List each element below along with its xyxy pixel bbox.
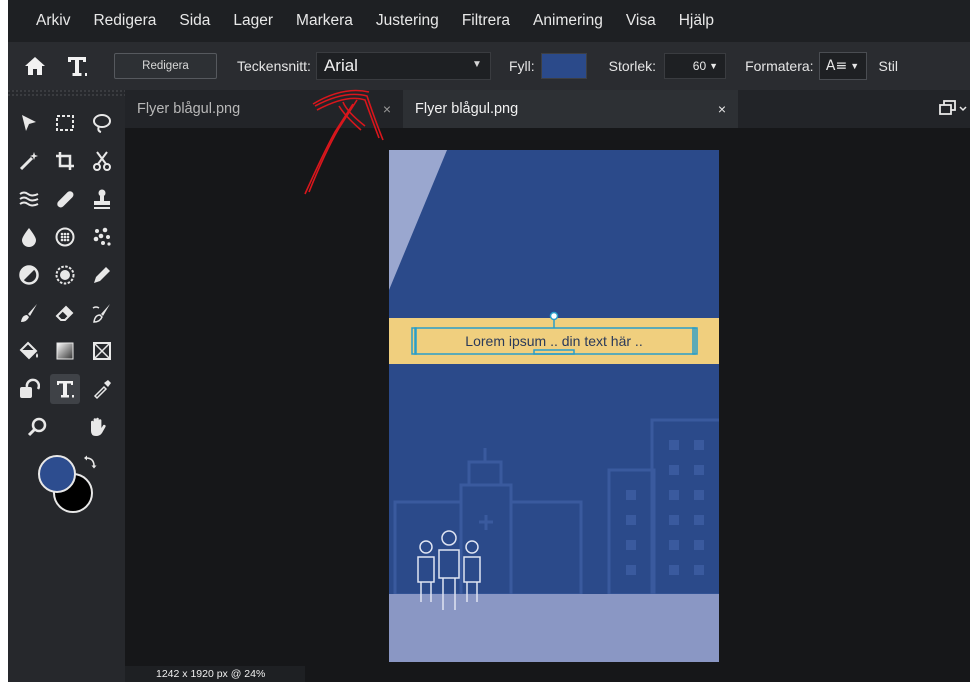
text-layer-content[interactable]: Lorem ipsum .. din text här .. (465, 333, 642, 349)
crop-tool-icon[interactable] (50, 146, 80, 176)
size-select[interactable]: 60 ▼ (664, 53, 727, 79)
magic-wand-tool-icon[interactable] (14, 146, 44, 176)
dodge-tool-icon[interactable] (14, 260, 44, 290)
size-label: Storlek: (608, 58, 657, 74)
panel-grip (8, 90, 125, 98)
menu-lager[interactable]: Lager (233, 12, 273, 30)
blur-tool-icon[interactable] (14, 222, 44, 252)
color-replace-tool-icon[interactable] (87, 260, 117, 290)
noise-tool-icon[interactable] (87, 222, 117, 252)
healing-tool-icon[interactable] (50, 184, 80, 214)
menu-justering[interactable]: Justering (376, 12, 439, 30)
font-select[interactable]: Arial ▼ (315, 52, 491, 80)
smudge-tool-icon[interactable] (87, 298, 117, 328)
canvas-workspace[interactable]: Lorem ipsum .. din text här .. (125, 128, 970, 682)
style-label: Stil (878, 58, 898, 74)
close-icon[interactable]: × (718, 101, 726, 117)
size-value: 60 (692, 59, 707, 73)
format-dropdown[interactable]: A≡ ▼ (818, 52, 867, 80)
menu-hjalp[interactable]: Hjälp (679, 12, 714, 30)
chevron-down-icon: ▼ (850, 61, 860, 71)
burn-tool-icon[interactable] (50, 260, 80, 290)
menu-animering[interactable]: Animering (533, 12, 603, 30)
chevron-down-icon: ▼ (472, 59, 482, 70)
status-bar: 1242 x 1920 px @ 24% (125, 666, 305, 682)
document-canvas[interactable]: Lorem ipsum .. din text här .. (389, 150, 719, 662)
rect-select-tool-icon[interactable] (50, 108, 80, 138)
edit-text-button[interactable]: Redigera (114, 53, 217, 79)
document-tab-bar: Flyer blågul.png × Flyer blågul.png × (125, 90, 970, 128)
menu-filtrera[interactable]: Filtrera (462, 12, 510, 30)
red-arrow-annotation (304, 89, 384, 195)
fill-label: Fyll: (508, 58, 535, 74)
text-align-icon: A≡ (825, 58, 848, 74)
paint-bucket-tool-icon[interactable] (14, 336, 44, 366)
swap-colors-icon[interactable] (82, 455, 98, 471)
menu-redigera[interactable]: Redigera (93, 12, 156, 30)
brush-tool-icon[interactable] (14, 298, 44, 328)
liquify-tool-icon[interactable] (14, 184, 44, 214)
menu-arkiv[interactable]: Arkiv (36, 12, 70, 30)
frame-tool-icon[interactable] (87, 336, 117, 366)
tab-label: Flyer blågul.png (137, 101, 241, 117)
text-tool-icon[interactable] (50, 374, 80, 404)
tool-panel (8, 90, 125, 682)
move-tool-icon[interactable] (14, 108, 44, 138)
home-icon[interactable] (24, 55, 46, 77)
eyedropper-tool-icon[interactable] (87, 374, 117, 404)
menu-visa[interactable]: Visa (626, 12, 656, 30)
foreground-color-swatch[interactable] (38, 455, 76, 493)
document-background (389, 150, 719, 662)
tab-document-2[interactable]: Flyer blågul.png × (403, 90, 738, 128)
scissors-tool-icon[interactable] (87, 146, 117, 176)
options-bar: Redigera Teckensnitt: Arial ▼ Fyll: Stor… (8, 42, 970, 90)
font-label: Teckensnitt: (237, 58, 311, 74)
gradient-tool-icon[interactable] (50, 336, 80, 366)
menu-markera[interactable]: Markera (296, 12, 353, 30)
menu-bar: Arkiv Redigera Sida Lager Markera Juster… (8, 0, 970, 42)
document-info: 1242 x 1920 px @ 24% (156, 668, 266, 680)
fill-color-swatch[interactable] (540, 53, 587, 79)
eraser-tool-icon[interactable] (50, 298, 80, 328)
format-label: Formatera: (745, 58, 814, 74)
font-value: Arial (323, 56, 358, 75)
lasso-tool-icon[interactable] (87, 108, 117, 138)
app-window: Arkiv Redigera Sida Lager Markera Juster… (0, 0, 970, 682)
tab-label: Flyer blågul.png (415, 101, 519, 117)
menu-sida[interactable]: Sida (179, 12, 210, 30)
window-arrange-icon[interactable] (938, 99, 968, 119)
zoom-tool-icon[interactable] (23, 412, 53, 442)
sponge-tool-icon[interactable] (50, 222, 80, 252)
chevron-down-icon: ▼ (709, 61, 719, 71)
text-tool-icon[interactable] (64, 53, 90, 79)
shape-tool-icon[interactable] (14, 374, 44, 404)
ground-area (389, 594, 719, 662)
hand-tool-icon[interactable] (82, 412, 112, 442)
stamp-tool-icon[interactable] (87, 184, 117, 214)
